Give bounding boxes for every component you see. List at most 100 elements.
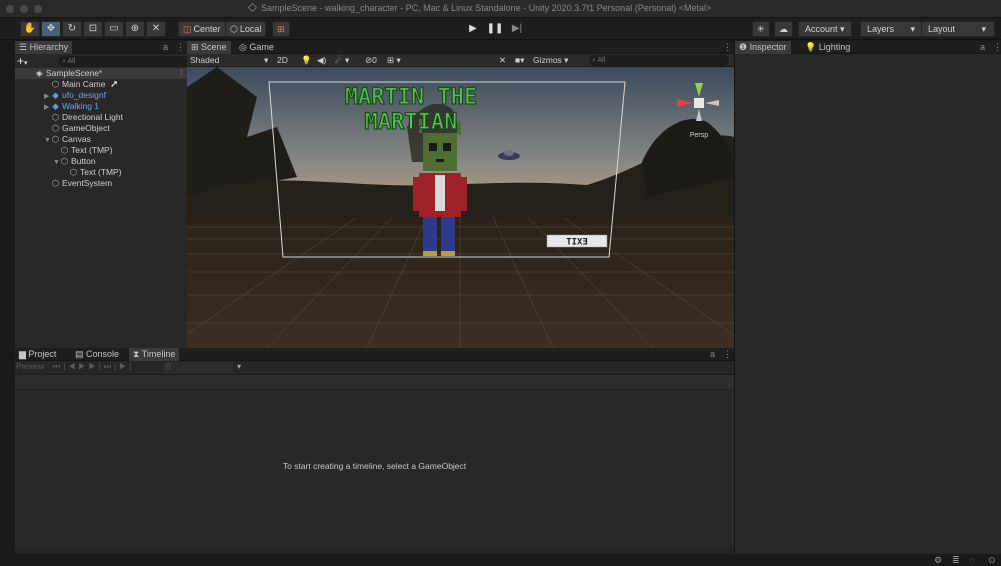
hierarchy-item[interactable]: ⬡ Text (TMP) bbox=[15, 167, 122, 178]
pivot-mode-button[interactable]: ◫ Center bbox=[178, 21, 226, 37]
pause-button[interactable]: ❚❚ bbox=[484, 21, 506, 37]
tab-console-label: Console bbox=[86, 349, 120, 359]
zoom-window-button[interactable] bbox=[34, 5, 42, 13]
gizmos-label: Gizmos bbox=[533, 55, 562, 65]
panel-menu-icon[interactable]: ⋮ bbox=[723, 348, 732, 361]
hierarchy-search-input[interactable]: ⌕ All bbox=[59, 56, 197, 67]
pivot-rotation-label: Local bbox=[239, 24, 262, 34]
window-title-bar: SampleScene - walking_character - PC, Ma… bbox=[0, 0, 1001, 18]
timeline-empty-message: To start creating a timeline, select a G… bbox=[282, 461, 467, 471]
camera-settings-icon[interactable]: ■▾ bbox=[515, 54, 524, 67]
grid-toggle-icon[interactable]: ⊞ ▾ bbox=[387, 54, 401, 67]
custom-tool-icon[interactable]: ✕ bbox=[146, 21, 166, 37]
preview-toggle[interactable]: Preview bbox=[16, 362, 44, 371]
next-frame-icon: ▶| bbox=[88, 362, 104, 371]
alien-pants bbox=[423, 217, 437, 253]
hierarchy-item-label: Text (TMP) bbox=[80, 167, 122, 177]
transform-tool-icon[interactable]: ⊕ bbox=[125, 21, 145, 37]
local-space-icon: ⬡ bbox=[230, 24, 238, 34]
tab-lighting[interactable]: 💡 Lighting bbox=[801, 41, 854, 54]
account-dropdown[interactable]: Account ▾ bbox=[798, 21, 852, 37]
play-icon: ▶ bbox=[78, 362, 89, 371]
scale-tool-icon[interactable]: ⊡ bbox=[83, 21, 103, 37]
layout-dropdown[interactable]: Layout ▾ bbox=[921, 21, 995, 37]
ground-plane bbox=[187, 217, 734, 348]
left-gutter bbox=[0, 41, 15, 554]
tab-timeline[interactable]: ⧗ Timeline bbox=[129, 348, 180, 361]
hidden-objects-button[interactable]: ⊘0 bbox=[365, 54, 377, 67]
pivot-rotation-button[interactable]: ⬡ Local bbox=[225, 21, 267, 37]
scene-root-row[interactable]: ▼◈ SampleScene* ⋮ bbox=[15, 68, 187, 79]
hierarchy-item[interactable]: ▼⬡ Button bbox=[15, 156, 96, 167]
unity-scene-icon: ◈ bbox=[36, 68, 43, 78]
playback-controls[interactable]: ⏮|◀▶▶|⏭|▶| bbox=[53, 362, 134, 372]
gamepad-icon: ◎ bbox=[239, 42, 250, 52]
close-window-button[interactable] bbox=[6, 5, 14, 13]
hierarchy-item[interactable]: ▶ ◆ ufo_designf bbox=[15, 90, 106, 101]
toggle-2d-label: 2D bbox=[277, 55, 288, 65]
tab-console[interactable]: ▤ Console bbox=[71, 348, 123, 361]
grid-snap-button[interactable]: ⊞ bbox=[272, 21, 290, 37]
frame-field[interactable]: 0 bbox=[163, 362, 233, 373]
hierarchy-item-label: Directional Light bbox=[62, 112, 123, 122]
progress-icon[interactable]: ◌ bbox=[970, 555, 975, 565]
panel-menu-icon[interactable]: ⋮ bbox=[176, 41, 185, 54]
auto-generate-icon[interactable]: ⊙ bbox=[988, 555, 996, 566]
collab-icon: ✳ bbox=[757, 24, 765, 34]
hierarchy-panel: ☰ Hierarchy a ⋮ +▾ ⌕ All ▼◈ SampleScene* … bbox=[15, 41, 197, 348]
gameobject-icon: ⬡ bbox=[51, 79, 60, 89]
toggle-2d-button[interactable]: 2D bbox=[277, 54, 288, 67]
rect-tool-icon[interactable]: ▭ bbox=[104, 21, 124, 37]
persp-label: Persp bbox=[690, 132, 708, 139]
layers-dropdown[interactable]: Layers ▾ bbox=[860, 21, 923, 37]
bottom-tabstrip: ▆ Project ▤ Console ⧗ Timeline a ⋮ bbox=[15, 348, 734, 361]
hierarchy-item[interactable]: ⬡ GameObject bbox=[15, 123, 110, 134]
cloud-button[interactable]: ☁ bbox=[774, 21, 793, 37]
shading-mode-dropdown[interactable]: Shaded ▾ bbox=[190, 54, 272, 67]
hand-tool-icon[interactable]: ✋ bbox=[20, 21, 40, 37]
hierarchy-item[interactable]: ▶ ◆ Walking 1 bbox=[15, 101, 99, 112]
tab-scene[interactable]: ⊞ Scene bbox=[187, 41, 231, 54]
hierarchy-item[interactable]: ▼⬡ Canvas bbox=[15, 134, 91, 145]
tab-hierarchy-label: Hierarchy bbox=[29, 42, 69, 52]
tab-project[interactable]: ▆ Project bbox=[15, 348, 60, 361]
effects-toggle-icon[interactable]: ☄ ▾ bbox=[335, 54, 349, 67]
move-tool-icon[interactable]: ✥ bbox=[41, 21, 61, 37]
scene-viewport[interactable]: MARTIN THE MARTIAN EXIT Persp bbox=[187, 67, 734, 348]
lock-icon[interactable]: a bbox=[163, 41, 168, 54]
cache-icon[interactable]: ≣ bbox=[952, 555, 960, 566]
scene-search-input[interactable]: ⌕ All bbox=[589, 55, 729, 66]
window-title: SampleScene - walking_character - PC, Ma… bbox=[248, 3, 711, 13]
collab-button[interactable]: ✳ bbox=[752, 21, 770, 37]
tools-icon[interactable]: ✕ bbox=[499, 54, 506, 67]
play-button[interactable]: ▶ bbox=[462, 21, 484, 37]
hierarchy-item[interactable]: ⬡ Directional Light bbox=[15, 112, 123, 123]
inspector-panel: ❶ Inspector 💡 Lighting a ⋮ bbox=[734, 41, 1001, 554]
gizmos-dropdown[interactable]: Gizmos ▾ bbox=[533, 54, 568, 67]
panel-menu-icon[interactable]: ⋮ bbox=[723, 41, 732, 54]
minimize-window-button[interactable] bbox=[20, 5, 28, 13]
hierarchy-item-label: GameObject bbox=[62, 123, 110, 133]
main-toolbar: ✋ ✥ ↻ ⊡ ▭ ⊕ ✕ ◫ Center ⬡ Local ⊞ ▶ ❚❚ ▶| ✳… bbox=[0, 18, 1001, 40]
tab-hierarchy[interactable]: ☰ Hierarchy bbox=[15, 41, 73, 54]
tab-inspector[interactable]: ❶ Inspector bbox=[735, 41, 791, 54]
scene-menu-icon[interactable]: ⋮ bbox=[177, 68, 186, 79]
lock-icon[interactable]: a bbox=[980, 41, 985, 54]
panel-menu-icon[interactable]: ⋮ bbox=[993, 41, 1001, 54]
lighting-toggle-icon[interactable]: 💡 bbox=[301, 54, 312, 67]
window-title-text: SampleScene - walking_character - PC, Ma… bbox=[261, 3, 712, 13]
audio-toggle-icon[interactable]: ◀) bbox=[317, 54, 326, 67]
chevron-down-icon[interactable]: ▾ bbox=[237, 362, 241, 371]
step-button[interactable]: ▶| bbox=[506, 21, 528, 37]
timeline-icon: ⧗ bbox=[133, 349, 142, 359]
lock-icon[interactable]: a bbox=[710, 348, 715, 361]
hierarchy-item[interactable]: ⬡ Text (TMP) bbox=[15, 145, 113, 156]
rotate-tool-icon[interactable]: ↻ bbox=[62, 21, 82, 37]
add-object-button[interactable]: +▾ bbox=[17, 54, 28, 68]
pivot-center-icon: ◫ bbox=[183, 24, 192, 34]
tab-game[interactable]: ◎ Game bbox=[235, 41, 278, 54]
hierarchy-item[interactable]: ⬡ Main Came bbox=[15, 79, 106, 90]
debug-icon[interactable]: ⚙ bbox=[934, 555, 942, 566]
exit-button-text: EXIT bbox=[566, 238, 588, 248]
hierarchy-item[interactable]: ⬡ EventSystem bbox=[15, 178, 112, 189]
